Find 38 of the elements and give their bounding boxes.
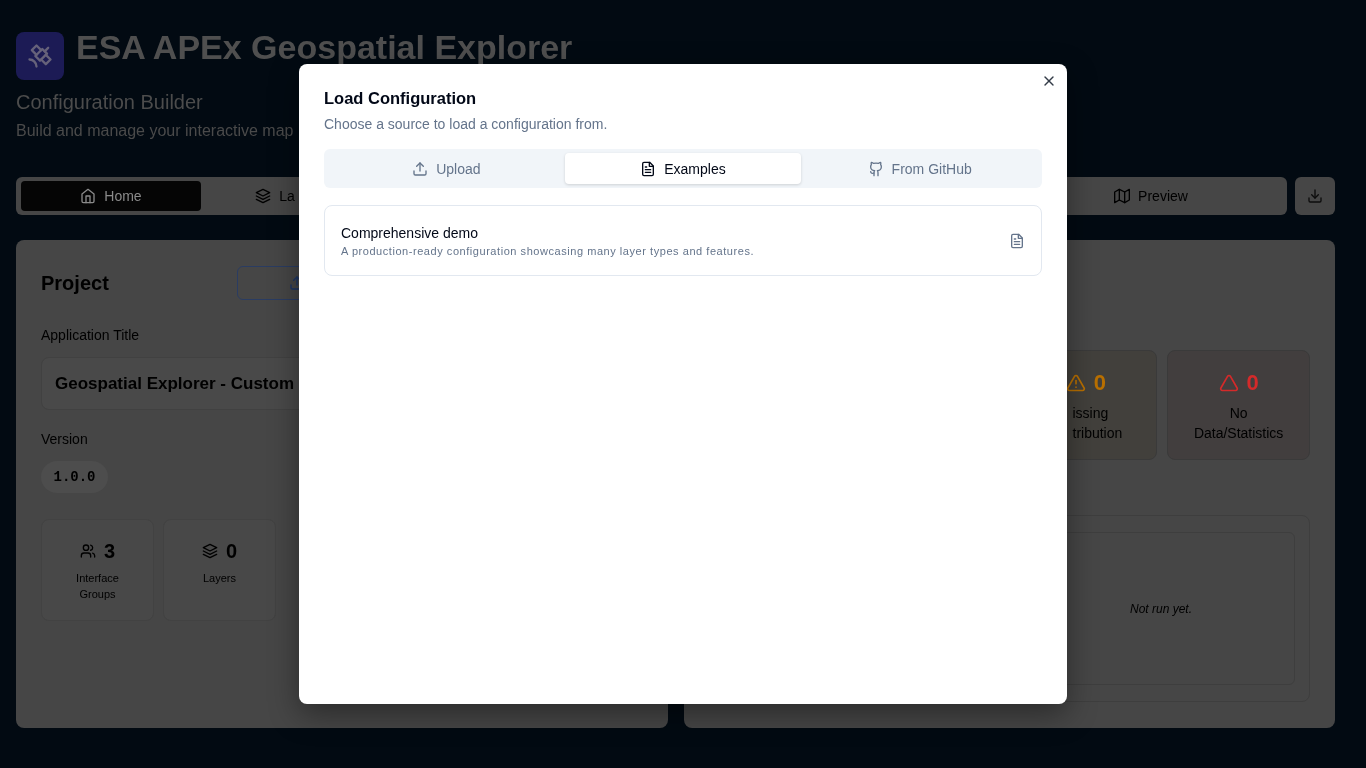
stat-value: 0 <box>1093 370 1106 396</box>
stat-value: 3 <box>103 539 116 563</box>
users-icon <box>79 543 96 559</box>
dialog-description: Choose a source to load a configuration from. <box>324 115 608 133</box>
stat-value: 0 <box>225 539 238 563</box>
stat-label: No Data/Statistics <box>1193 404 1284 443</box>
upload-icon <box>412 160 429 177</box>
source-tab[interactable]: From GitHub <box>801 153 1038 184</box>
document-icon <box>640 160 657 177</box>
empty-result-text: Not run yet. <box>1130 601 1192 616</box>
download-icon <box>1307 188 1323 204</box>
stat-value: 0 <box>1246 370 1259 396</box>
stat-label: issing tribution <box>1072 404 1123 443</box>
warning-triangle-icon <box>1065 373 1086 393</box>
field-label: Version <box>41 430 88 448</box>
layers-icon <box>255 188 272 204</box>
home-icon <box>80 188 97 204</box>
nav-tab[interactable]: Home <box>21 181 201 211</box>
app-description: Build and manage your interactive map <box>16 121 294 141</box>
stat-label: Interface Groups <box>76 571 119 602</box>
example-title: Comprehensive demo <box>341 224 478 242</box>
map-icon <box>1114 188 1131 204</box>
satellite-logo-icon <box>16 32 64 80</box>
stat-label: Layers <box>203 571 236 586</box>
triangle-icon <box>1218 373 1239 393</box>
example-item[interactable]: Comprehensive demo A production-ready configuration showcasing many layer types and features. <box>324 205 1042 276</box>
source-tab[interactable]: Examples <box>564 153 802 184</box>
dialog-title: Load Configuration <box>324 88 477 108</box>
document-icon <box>1009 232 1025 249</box>
project-title: Project <box>41 271 110 295</box>
github-icon <box>867 160 884 177</box>
app-subtitle: Configuration Builder <box>16 90 203 114</box>
layers-icon <box>201 543 218 559</box>
field-label: Application Title <box>41 326 140 344</box>
example-description: A production-ready configuration showcasing many layer types and features. <box>341 245 755 257</box>
app-title: ESA APEx Geospatial Explorer <box>76 32 573 62</box>
source-tab[interactable]: Upload <box>328 153 565 184</box>
version-field[interactable]: 1.0.0 <box>41 461 108 493</box>
